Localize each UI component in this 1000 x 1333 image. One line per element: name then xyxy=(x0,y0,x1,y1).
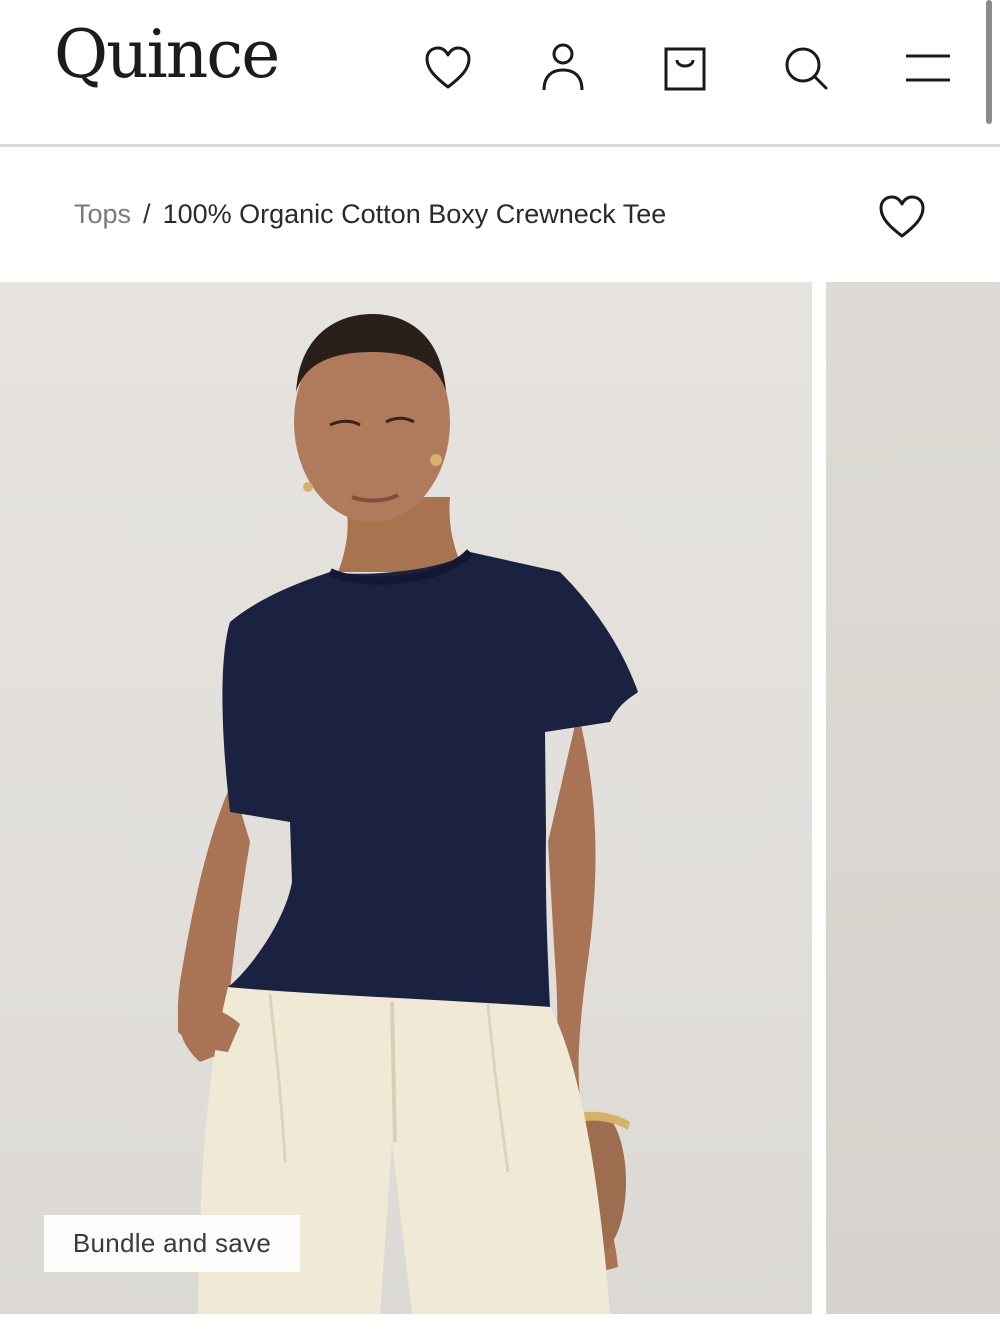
search-button[interactable] xyxy=(776,38,836,98)
page-bottom xyxy=(0,1314,1000,1333)
heart-icon xyxy=(425,46,471,89)
breadcrumb-separator: / xyxy=(143,198,151,229)
bundle-and-save-badge[interactable]: Bundle and save xyxy=(44,1215,300,1272)
site-header: Quince xyxy=(0,0,1000,147)
breadcrumb: Tops / 100% Organic Cotton Boxy Crewneck… xyxy=(74,192,666,236)
product-image-next[interactable] xyxy=(826,282,1000,1314)
account-button[interactable] xyxy=(533,38,593,98)
breadcrumb-current: 100% Organic Cotton Boxy Crewneck Tee xyxy=(162,198,667,229)
search-icon xyxy=(785,47,828,90)
scrollbar[interactable] xyxy=(986,0,992,124)
breadcrumb-link-tops[interactable]: Tops xyxy=(74,199,131,230)
cart-button[interactable] xyxy=(655,38,715,98)
add-to-wishlist-button[interactable] xyxy=(872,187,932,247)
model-illustration xyxy=(177,314,638,1314)
wishlist-button[interactable] xyxy=(418,38,478,98)
bag-icon xyxy=(664,47,706,91)
menu-icon xyxy=(906,54,950,82)
product-image-main[interactable]: Bundle and save xyxy=(0,282,812,1314)
heart-icon xyxy=(879,195,925,238)
menu-button[interactable] xyxy=(898,38,958,98)
account-icon xyxy=(542,43,584,91)
product-image-gallery[interactable]: Bundle and save xyxy=(0,282,1000,1314)
quince-logo[interactable]: Quince xyxy=(54,22,280,88)
